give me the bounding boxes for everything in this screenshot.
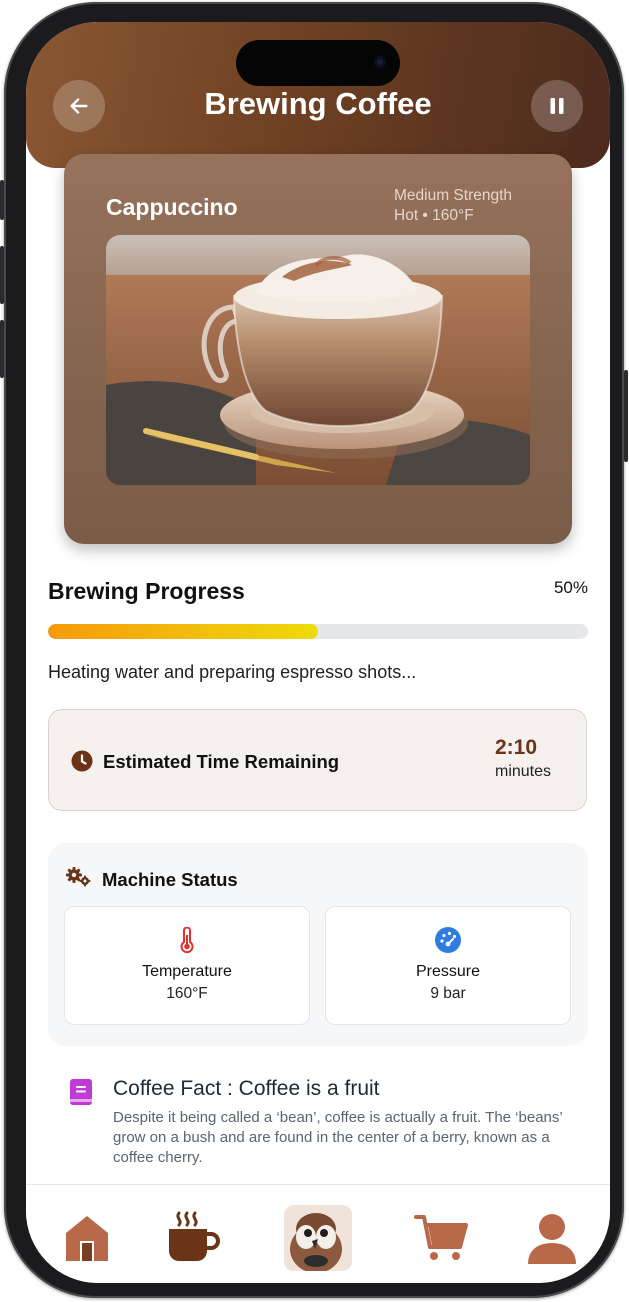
pause-button[interactable] xyxy=(531,80,583,132)
home-icon xyxy=(66,1216,108,1261)
coffee-cup-icon xyxy=(169,1211,220,1261)
clock-icon xyxy=(71,750,93,772)
page-title: Brewing Coffee xyxy=(204,86,432,121)
time-remaining-value: 2:10 xyxy=(495,736,538,759)
volume-down-button xyxy=(0,320,4,378)
fact-body: Despite it being called a ‘bean’, coffee… xyxy=(113,1109,563,1166)
temperature-label: Temperature xyxy=(142,963,232,980)
drink-temperature: Hot • 160°F xyxy=(394,207,474,224)
machine-status-title: Machine Status xyxy=(102,869,238,890)
nav-cart[interactable] xyxy=(410,1207,472,1269)
temperature-tile: Temperature 160°F xyxy=(64,906,310,1025)
cart-icon xyxy=(414,1215,468,1260)
gauge-icon xyxy=(435,927,461,953)
drink-strength: Medium Strength xyxy=(394,187,513,204)
gears-icon xyxy=(66,867,91,887)
profile-icon xyxy=(528,1214,576,1264)
time-remaining-unit: minutes xyxy=(495,763,552,780)
progress-bar xyxy=(48,624,588,639)
drink-meta: Medium Strength Hot • 160°F xyxy=(394,186,512,226)
nav-home[interactable] xyxy=(56,1207,118,1269)
volume-up-button xyxy=(0,246,4,304)
temperature-value: 160°F xyxy=(166,985,208,1002)
mascot-avatar xyxy=(284,1205,352,1271)
nav-profile[interactable] xyxy=(521,1207,583,1269)
phone-frame: Brewing Coffee Cappuccino Medium Strengt… xyxy=(0,2,628,1298)
front-camera xyxy=(374,56,386,68)
pressure-tile: Pressure 9 bar xyxy=(325,906,571,1025)
cappuccino-photo xyxy=(106,235,530,485)
bottom-nav xyxy=(26,1184,610,1283)
drink-card: Cappuccino Medium Strength Hot • 160°F xyxy=(64,154,572,544)
app-header: Brewing Coffee xyxy=(26,22,610,168)
pressure-value: 9 bar xyxy=(430,985,466,1002)
time-remaining-card: Estimated Time Remaining 2:10 minutes xyxy=(48,709,587,811)
dynamic-island xyxy=(236,40,400,86)
progress-title: Brewing Progress xyxy=(48,578,245,604)
machine-status-panel: Machine Status Temperature 160°F Pressur… xyxy=(48,843,588,1046)
app-screen: Brewing Coffee Cappuccino Medium Strengt… xyxy=(26,22,610,1283)
fact-title: Coffee Fact : Coffee is a fruit xyxy=(113,1077,380,1100)
progress-status: Heating water and preparing espresso sho… xyxy=(48,662,417,682)
time-remaining-label: Estimated Time Remaining xyxy=(103,751,340,772)
drink-name: Cappuccino xyxy=(106,194,238,220)
nav-mascot[interactable] xyxy=(284,1205,352,1271)
pressure-label: Pressure xyxy=(415,963,481,980)
progress-percent: 50% xyxy=(553,578,588,597)
progress-bar-fill xyxy=(48,624,318,639)
nav-brew[interactable] xyxy=(162,1207,224,1269)
action-button xyxy=(0,180,4,220)
pause-icon xyxy=(550,98,564,114)
power-button xyxy=(624,370,628,462)
thermometer-icon xyxy=(180,927,194,953)
cappuccino-illustration xyxy=(106,235,530,485)
book-icon xyxy=(70,1079,92,1105)
